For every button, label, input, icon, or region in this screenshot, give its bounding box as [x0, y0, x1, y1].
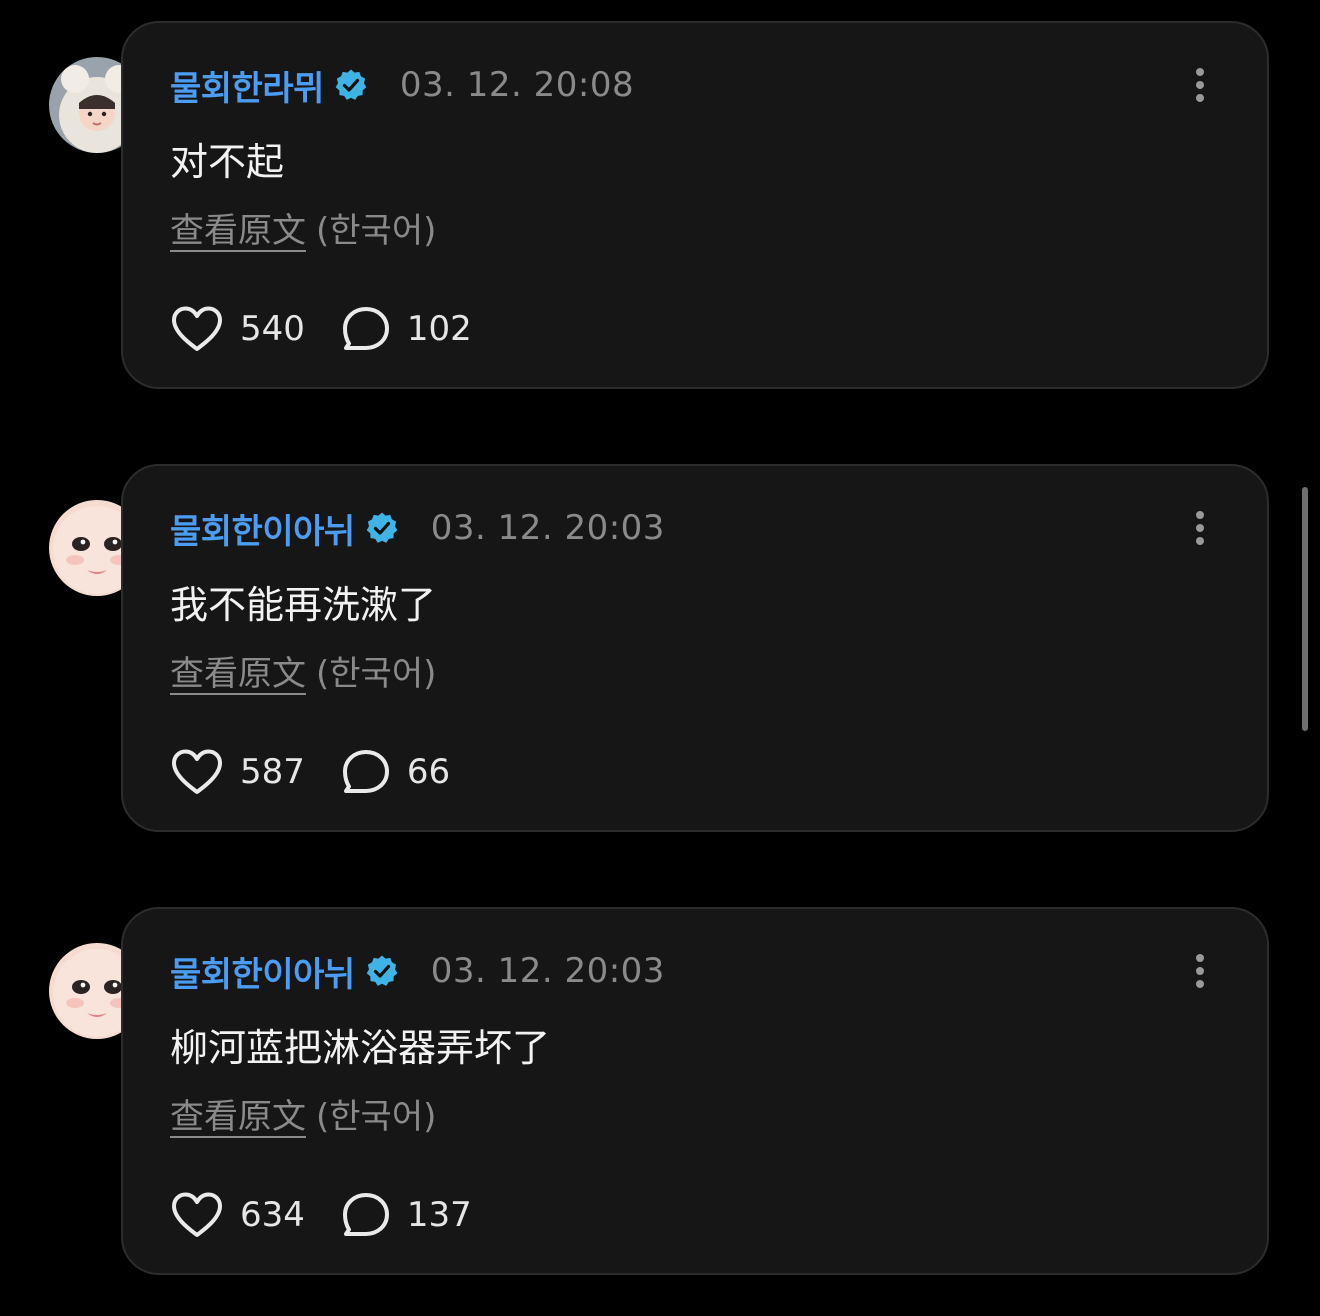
- like-count: 634: [240, 1195, 305, 1235]
- view-original-link[interactable]: 查看原文: [170, 1097, 306, 1137]
- like-button[interactable]: 634: [170, 1191, 305, 1239]
- username[interactable]: 물회한이아뉘: [170, 947, 355, 996]
- translation-row: 查看原文 (한국어): [170, 1089, 436, 1138]
- like-button[interactable]: 540: [170, 305, 305, 353]
- comment-button[interactable]: 66: [341, 748, 450, 796]
- comment-actions: 587 66: [170, 746, 450, 798]
- heart-icon: [172, 749, 222, 794]
- comment-header: 물회한이아뉘 03. 12. 20:03: [170, 947, 665, 996]
- more-vertical-icon: [1196, 954, 1204, 962]
- heart-icon: [172, 306, 222, 351]
- comment-text: 对不起: [170, 140, 285, 184]
- more-vertical-icon-dot: [1196, 81, 1204, 89]
- original-language: (한국어): [316, 1097, 437, 1137]
- username[interactable]: 물회한이아뉘: [170, 504, 355, 553]
- comment-count: 137: [406, 1195, 472, 1235]
- more-vertical-icon-dot: [1196, 967, 1204, 975]
- more-options-button[interactable]: [1185, 949, 1215, 993]
- more-vertical-icon-dot: [1196, 980, 1204, 988]
- view-original-link[interactable]: 查看原文: [170, 211, 306, 251]
- comment-header: 물회한이아뉘 03. 12. 20:03: [170, 504, 665, 553]
- like-button[interactable]: 587: [170, 748, 305, 796]
- comment-header: 물회한라뮈 03. 12. 20:08: [170, 61, 635, 110]
- more-options-button[interactable]: [1185, 63, 1215, 107]
- verified-badge-icon: [334, 68, 368, 102]
- more-vertical-icon: [1196, 68, 1204, 76]
- comment-count: 102: [406, 309, 472, 349]
- comment-text: 我不能再洗漱了: [170, 583, 437, 627]
- translation-row: 查看原文 (한국어): [170, 203, 436, 252]
- comment-text: 柳河蓝把淋浴器弄坏了: [170, 1026, 551, 1070]
- comment-card: 물회한이아뉘 03. 12. 20:03 柳河蓝把淋浴器弄坏了 查看原文 (한국어…: [121, 907, 1269, 1275]
- timestamp: 03. 12. 20:03: [430, 508, 665, 548]
- more-vertical-icon-dot: [1196, 524, 1204, 532]
- comment-card: 물회한라뮈 03. 12. 20:08 对不起 查看原文 (한국어) 540 1…: [121, 21, 1269, 389]
- comment-button[interactable]: 102: [341, 305, 472, 353]
- verified-badge-icon: [365, 511, 399, 545]
- like-count: 587: [240, 752, 305, 792]
- timestamp: 03. 12. 20:03: [430, 951, 665, 991]
- comment-feed: 물회한라뮈 03. 12. 20:08 对不起 查看原文 (한국어) 540 1…: [0, 0, 1320, 1316]
- comment-button[interactable]: 137: [341, 1191, 472, 1239]
- comment-actions: 540 102: [170, 303, 472, 355]
- scrollbar[interactable]: [1302, 487, 1308, 731]
- like-count: 540: [240, 309, 305, 349]
- comment-item: 물회한이아뉘 03. 12. 20:03 柳河蓝把淋浴器弄坏了 查看原文 (한국어…: [0, 907, 1320, 1277]
- original-language: (한국어): [316, 211, 437, 251]
- comment-bubble-icon: [342, 750, 389, 793]
- comment-bubble-icon: [342, 307, 389, 350]
- comment-card: 물회한이아뉘 03. 12. 20:03 我不能再洗漱了 查看原文(한국어): [121, 464, 1269, 832]
- more-vertical-icon-dot: [1196, 94, 1204, 102]
- more-vertical-icon: [1196, 511, 1204, 519]
- heart-icon: [172, 1192, 222, 1237]
- comment-item: 물회한이아뉘 03. 12. 20:03 我不能再洗漱了 查看原文(한국어): [0, 464, 1320, 834]
- more-vertical-icon-dot: [1196, 537, 1204, 545]
- comment-bubble-icon: [342, 1193, 389, 1236]
- original-language: (한국어): [316, 654, 437, 694]
- timestamp: 03. 12. 20:08: [399, 65, 635, 105]
- comment-item: 물회한라뮈 03. 12. 20:08 对不起 查看原文 (한국어) 540 1…: [0, 21, 1320, 391]
- verified-badge-icon: [365, 954, 399, 988]
- view-original-link[interactable]: 查看原文: [170, 654, 306, 694]
- comment-count: 66: [406, 752, 451, 792]
- translation-row: 查看原文 (한국어): [170, 646, 436, 695]
- username[interactable]: 물회한라뮈: [170, 61, 324, 110]
- comment-actions: 634 137: [170, 1189, 472, 1241]
- more-options-button[interactable]: [1185, 506, 1215, 550]
